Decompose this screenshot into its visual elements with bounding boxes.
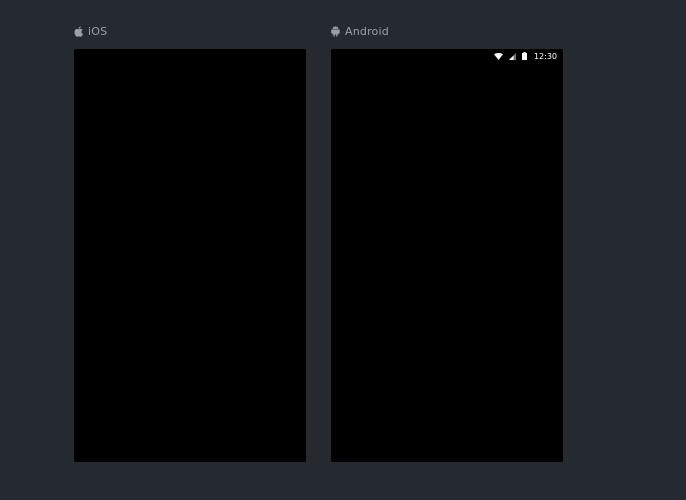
preview-stage: iOS Android 12:30 — [0, 0, 686, 500]
status-time: 12:30 — [533, 51, 557, 61]
ios-device-screen[interactable] — [74, 49, 306, 462]
apple-icon — [74, 25, 83, 37]
ios-platform-label: iOS — [74, 23, 107, 39]
wifi-icon — [493, 52, 503, 60]
android-icon — [331, 25, 340, 37]
signal-icon — [508, 52, 516, 60]
android-status-bar: 12:30 — [493, 49, 563, 63]
battery-icon — [521, 52, 527, 60]
android-platform-label: Android — [331, 23, 389, 39]
android-label-text: Android — [345, 24, 389, 38]
ios-label-text: iOS — [88, 24, 108, 38]
android-device-screen[interactable]: 12:30 — [331, 49, 563, 462]
